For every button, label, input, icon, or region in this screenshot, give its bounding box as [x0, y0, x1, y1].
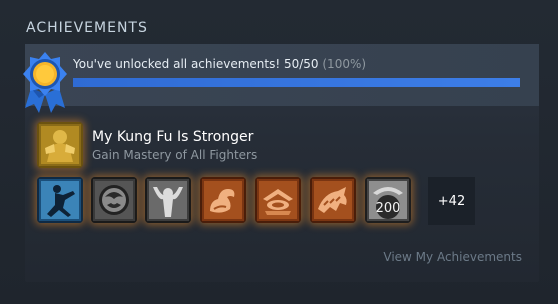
ribbon-medal-icon [21, 50, 69, 118]
badge-200-label: 200 [376, 201, 401, 216]
achievements-panel: You've unlocked all achievements! 50/50 … [23, 44, 539, 282]
summary-text: You've unlocked all achievements! 50/50 … [73, 57, 366, 71]
featured-achievement-title: My Kung Fu Is Stronger [92, 129, 254, 145]
flexed-arm-icon[interactable] [200, 177, 246, 223]
summary-count: You've unlocked all achievements! 50/50 [73, 57, 319, 71]
dragon-emblem-icon[interactable] [91, 177, 137, 223]
progress-fill [73, 78, 520, 87]
more-achievements-count[interactable]: +42 [428, 177, 475, 225]
crossed-blades-icon[interactable] [255, 177, 301, 223]
ninja-kick-icon[interactable] [37, 177, 83, 223]
view-my-achievements-link[interactable]: View My Achievements [383, 250, 522, 264]
achievement-summary: You've unlocked all achievements! 50/50 … [25, 44, 539, 106]
section-title: ACHIEVEMENTS [26, 20, 148, 36]
creature-icon[interactable] [310, 177, 356, 223]
number-200-icon[interactable]: 200 [365, 177, 411, 223]
fighter-pose-icon[interactable] [145, 177, 191, 223]
summary-percent: (100%) [322, 57, 367, 71]
featured-achievement-icon[interactable] [37, 122, 83, 168]
featured-achievement-description: Gain Mastery of All Fighters [92, 148, 258, 162]
achievement-progress-bar [73, 78, 520, 87]
